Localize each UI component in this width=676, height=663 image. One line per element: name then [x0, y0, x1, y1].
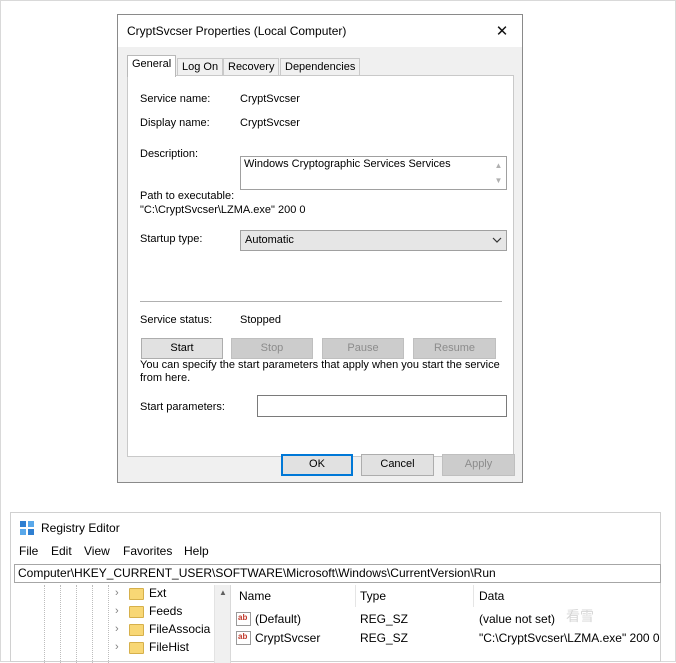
- value-data: (value not set): [479, 612, 556, 626]
- startup-type-label: Startup type:: [140, 233, 203, 245]
- service-name-label: Service name:: [140, 93, 211, 105]
- folder-icon: [129, 588, 144, 600]
- path-label: Path to executable:: [140, 190, 235, 202]
- description-label: Description:: [140, 148, 199, 160]
- tab-dependencies[interactable]: Dependencies: [280, 58, 361, 76]
- display-name-value: CryptSvcser: [240, 117, 300, 129]
- tab-recovery[interactable]: Recovery: [223, 58, 280, 76]
- column-divider[interactable]: [473, 585, 474, 607]
- service-status-label: Service status:: [140, 314, 213, 326]
- tree-guide-line: [92, 585, 93, 663]
- scroll-up-icon[interactable]: ▲: [495, 159, 503, 172]
- close-icon[interactable]: ✕: [488, 19, 516, 43]
- folder-icon: [129, 606, 144, 618]
- service-status-value: Stopped: [240, 314, 281, 326]
- address-bar[interactable]: Computer\HKEY_CURRENT_USER\SOFTWARE\Micr…: [14, 564, 661, 583]
- display-name-label: Display name:: [140, 117, 210, 129]
- expand-chevron-icon[interactable]: ›: [115, 587, 119, 599]
- table-row[interactable]: ab CryptSvcser REG_SZ "C:\CryptSvcser\LZ…: [233, 630, 661, 648]
- menu-file[interactable]: File: [19, 544, 38, 558]
- column-divider[interactable]: [355, 585, 356, 607]
- table-row[interactable]: ab (Default) REG_SZ (value not set): [233, 611, 661, 629]
- expand-chevron-icon[interactable]: ›: [115, 623, 119, 635]
- tree-guide-line: [60, 585, 61, 663]
- registry-editor-icon: [20, 521, 34, 535]
- resume-button[interactable]: Resume: [413, 338, 496, 359]
- tab-log-on[interactable]: Log On: [177, 58, 224, 76]
- ok-button[interactable]: OK: [281, 454, 353, 476]
- folder-icon: [129, 624, 144, 636]
- start-params-input[interactable]: [257, 395, 507, 417]
- stop-button[interactable]: Stop: [231, 338, 313, 359]
- service-name-value: CryptSvcser: [240, 93, 300, 105]
- separator: [140, 301, 502, 302]
- column-header-data[interactable]: Data: [479, 589, 504, 603]
- menu-help[interactable]: Help: [184, 544, 209, 558]
- tree-guide-line: [44, 585, 45, 663]
- value-type: REG_SZ: [360, 612, 409, 626]
- string-value-icon: ab: [236, 631, 251, 645]
- tab-general[interactable]: General: [127, 55, 177, 77]
- description-field[interactable]: Windows Cryptographic Services Services …: [240, 156, 507, 190]
- scroll-down-icon[interactable]: ▼: [495, 174, 503, 187]
- expand-chevron-icon[interactable]: ›: [115, 641, 119, 653]
- tree-guide-line: [76, 585, 77, 663]
- startup-type-value: Automatic: [245, 234, 294, 246]
- start-params-label: Start parameters:: [140, 401, 225, 413]
- menu-edit[interactable]: Edit: [51, 544, 72, 558]
- startup-type-select[interactable]: Automatic: [240, 230, 507, 251]
- menu-favorites[interactable]: Favorites: [123, 544, 172, 558]
- service-properties-dialog: CryptSvcser Properties (Local Computer) …: [117, 14, 523, 483]
- registry-editor-window: Registry Editor File Edit View Favorites…: [10, 512, 661, 663]
- value-name: (Default): [255, 612, 302, 626]
- start-button[interactable]: Start: [141, 338, 223, 359]
- tree-scrollbar[interactable]: ▲: [214, 585, 230, 663]
- description-text: Windows Cryptographic Services Services: [244, 158, 451, 170]
- value-data: "C:\CryptSvcser\LZMA.exe" 200 0: [479, 631, 660, 645]
- column-header-name[interactable]: Name: [239, 589, 271, 603]
- cancel-button[interactable]: Cancel: [361, 454, 434, 476]
- expand-chevron-icon[interactable]: ›: [115, 605, 119, 617]
- start-params-info: You can specify the start parameters tha…: [140, 359, 500, 384]
- folder-icon: [129, 642, 144, 654]
- values-list: Name Type Data ab (Default) REG_SZ (valu…: [233, 585, 661, 663]
- value-type: REG_SZ: [360, 631, 409, 645]
- registry-editor-title: Registry Editor: [41, 521, 120, 535]
- description-scrollbar[interactable]: ▲ ▼: [491, 157, 506, 189]
- tree-guide-line: [108, 585, 109, 663]
- general-tab-panel: Service name: CryptSvcser Display name: …: [127, 75, 514, 457]
- pause-button[interactable]: Pause: [322, 338, 404, 359]
- column-header-type[interactable]: Type: [360, 589, 386, 603]
- value-name: CryptSvcser: [255, 631, 321, 645]
- string-value-icon: ab: [236, 612, 251, 626]
- apply-button[interactable]: Apply: [442, 454, 515, 476]
- key-tree: › Ext › Feeds › FileAssocia › FileHist ▲: [14, 585, 231, 663]
- menu-view[interactable]: View: [84, 544, 110, 558]
- path-value: "C:\CryptSvcser\LZMA.exe" 200 0: [140, 204, 306, 216]
- watermark: 看雪: [566, 608, 594, 624]
- dialog-title: CryptSvcser Properties (Local Computer): [127, 24, 347, 38]
- dialog-titlebar[interactable]: CryptSvcser Properties (Local Computer) …: [118, 15, 522, 47]
- scroll-up-icon[interactable]: ▲: [219, 588, 227, 597]
- chevron-down-icon: [492, 237, 502, 243]
